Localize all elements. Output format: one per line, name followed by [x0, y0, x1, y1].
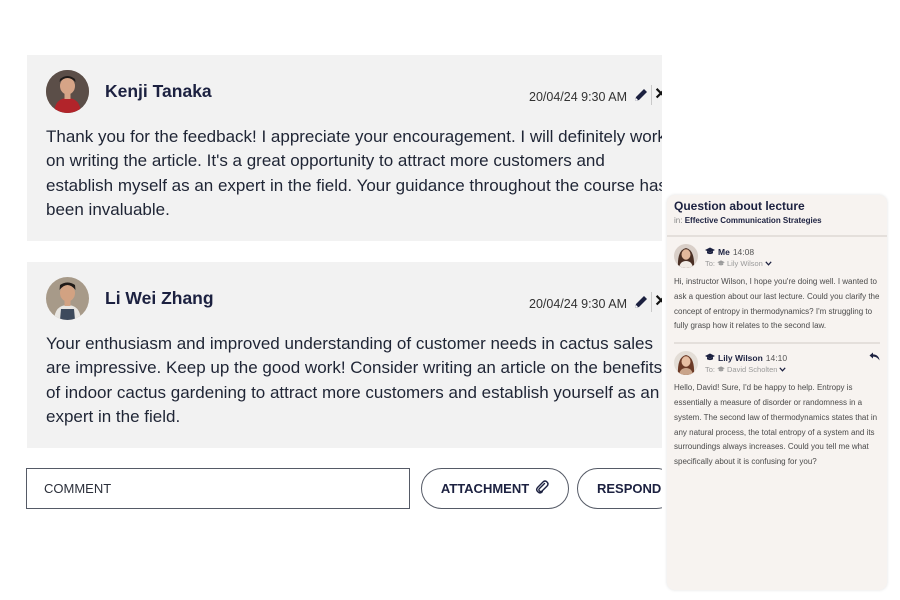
- message-time: 14:08: [732, 247, 755, 257]
- comment-timestamp: 20/04/24 9:30 AM: [529, 297, 627, 311]
- course-link[interactable]: Effective Communication Strategies: [685, 216, 822, 225]
- attachment-label: ATTACHMENT: [440, 481, 530, 496]
- comment-timestamp: 20/04/24 9:30 AM: [529, 90, 627, 104]
- comment-input-wrapper: [26, 468, 410, 509]
- comment-text: Your enthusiasm and improved understandi…: [46, 334, 662, 426]
- avatar: [674, 244, 698, 268]
- comment-card: Kenji Tanaka 20/04/24 9:30 AM ✕ Thank yo…: [27, 55, 662, 241]
- message-sender: Lily Wilson: [718, 353, 763, 364]
- to-label: To:: [705, 365, 716, 375]
- message-recipient-line[interactable]: To: David Scholten: [705, 365, 880, 374]
- pencil-icon[interactable]: [633, 87, 649, 103]
- thread-header: Question about lecture in: Effective Com…: [667, 195, 887, 237]
- message-body: Hello, David! Sure, I'd be happy to help…: [674, 383, 878, 467]
- message-meta: Me 14:08 To: Lily Wilson: [705, 247, 880, 272]
- comment-text: Thank you for the feedback! I appreciate…: [46, 127, 662, 219]
- comment-input[interactable]: [27, 469, 409, 508]
- chevron-down-icon: [779, 365, 787, 374]
- graduation-cap-icon: [705, 353, 715, 363]
- in-label: in:: [674, 216, 683, 225]
- message-body: Hi, instructor Wilson, I hope you're doi…: [674, 277, 880, 331]
- thread-course: in: Effective Communication Strategies: [674, 216, 880, 225]
- paperclip-icon: [535, 480, 549, 497]
- message-sender-line: Lily Wilson 14:10: [705, 353, 880, 363]
- close-icon[interactable]: ✕: [653, 292, 662, 312]
- message-recipient: Lily Wilson: [727, 259, 763, 268]
- respond-label: RESPOND: [597, 481, 662, 496]
- divider: [651, 85, 652, 105]
- message-thread-panel: Question about lecture in: Effective Com…: [667, 195, 887, 590]
- avatar: [674, 351, 698, 376]
- chevron-down-icon: [765, 259, 772, 268]
- message-meta: Lily Wilson 14:10 To: David Scholten: [705, 353, 880, 378]
- avatar: [46, 277, 89, 320]
- message-sender: Me: [718, 247, 730, 257]
- comment-card: Li Wei Zhang 20/04/24 9:30 AM ✕ Your ent…: [27, 262, 662, 448]
- message-time: 14:10: [765, 353, 788, 364]
- attachment-button[interactable]: ATTACHMENT: [421, 468, 569, 509]
- graduation-cap-icon: [705, 247, 715, 257]
- comment-author: Kenji Tanaka: [105, 81, 212, 101]
- divider: [651, 292, 652, 312]
- message-recipient-line[interactable]: To: Lily Wilson: [705, 259, 880, 268]
- graduation-cap-icon: [717, 365, 725, 374]
- comments-area: Kenji Tanaka 20/04/24 9:30 AM ✕ Thank yo…: [0, 0, 662, 600]
- avatar: [46, 70, 89, 113]
- message-item: Me 14:08 To: Lily Wilson Hi, instructor …: [667, 237, 887, 334]
- respond-button[interactable]: RESPOND: [577, 468, 662, 509]
- comment-author: Li Wei Zhang: [105, 288, 214, 308]
- graduation-cap-icon: [717, 259, 725, 268]
- message-item: Lily Wilson 14:10 To: David Scholten Hel…: [667, 344, 887, 470]
- message-sender-line: Me 14:08: [705, 247, 880, 257]
- to-label: To:: [705, 259, 716, 268]
- message-recipient: David Scholten: [727, 365, 778, 375]
- pencil-icon[interactable]: [633, 294, 649, 310]
- thread-title: Question about lecture: [674, 199, 805, 213]
- close-icon[interactable]: ✕: [653, 85, 662, 105]
- reply-icon[interactable]: [869, 352, 880, 364]
